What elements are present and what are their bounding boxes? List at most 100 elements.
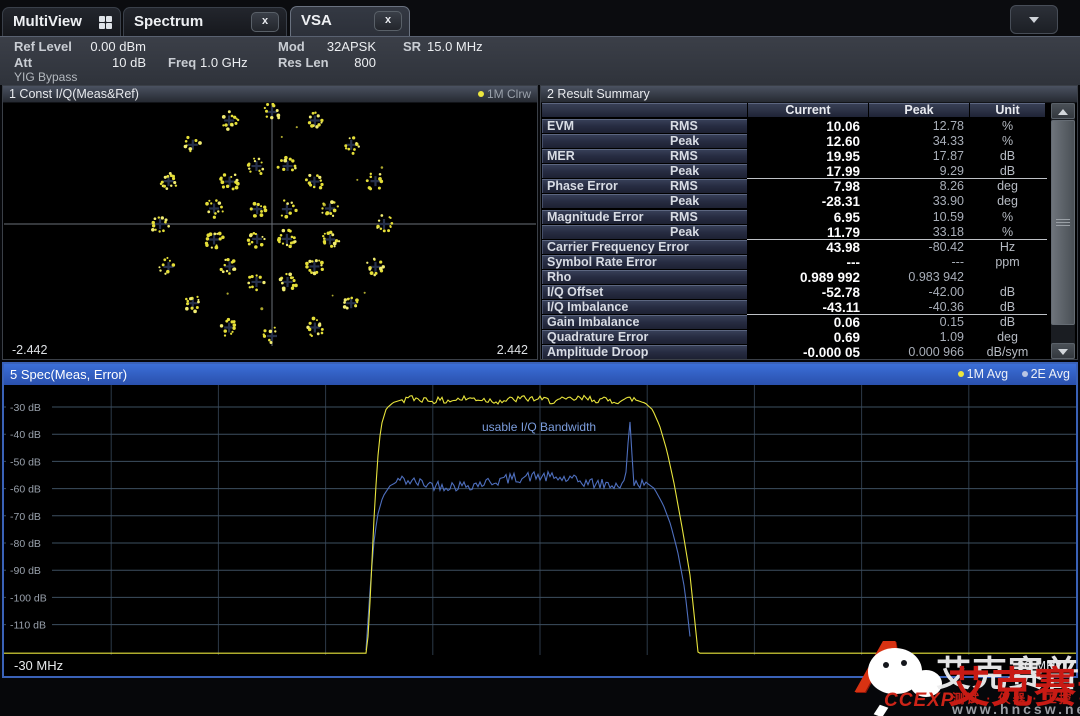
result-summary-titlebar[interactable]: 2 Result Summary: [541, 86, 1077, 103]
result-row: Peak17.999.29dB: [542, 164, 1052, 179]
result-summary-header-row: Current Peak Unit: [542, 103, 1052, 118]
result-unit: %: [970, 210, 1045, 225]
result-row: Magnitude ErrorRMS6.9510.59%: [542, 210, 1052, 225]
result-peak-value: 0.000 966: [868, 345, 964, 359]
result-row-label: EVMRMS: [542, 119, 747, 133]
spectrum-titlebar[interactable]: 5 Spec(Meas, Error) 1M Avg 2E Avg: [4, 364, 1076, 385]
trace2-legend-label: 2E Avg: [1031, 367, 1070, 381]
constellation-window-title: 1 Const I/Q(Meas&Ref): [9, 87, 139, 101]
result-peak-value: -80.42: [868, 240, 964, 255]
tab-vsa[interactable]: VSA x: [290, 6, 410, 37]
ref-level-value[interactable]: 0.00 dBm: [66, 39, 146, 54]
spectrum-chart: -30 dB-40 dB-50 dB-60 dB-70 dB-80 dB-90 …: [4, 385, 1076, 655]
result-peak-value: 1.09: [868, 330, 964, 345]
x-axis-max-label: 2.442: [497, 343, 528, 357]
spectrum-legend-1[interactable]: 1M Avg: [958, 367, 1008, 381]
freq-label: Freq: [168, 55, 196, 70]
result-unit: ppm: [970, 255, 1045, 270]
result-unit: dB: [970, 315, 1045, 330]
result-row-label: Carrier Frequency Error: [542, 240, 747, 254]
result-unit: dB: [970, 285, 1045, 300]
scrollbar-grip-icon: [1056, 219, 1070, 227]
tab-vsa-close-icon[interactable]: x: [374, 11, 402, 31]
header-cell-unit: Unit: [970, 103, 1045, 117]
result-current-value: ---: [748, 255, 860, 270]
channel-info-bar: Ref Level 0.00 dBm Att 10 dB Freq 1.0 GH…: [0, 36, 1080, 85]
result-row-label: Quadrature Error: [542, 330, 747, 344]
sr-value[interactable]: 15.0 MHz: [427, 39, 483, 54]
result-unit: dB: [970, 300, 1045, 315]
arrow-down-icon: [1058, 349, 1068, 355]
result-row: Peak-28.3133.90deg: [542, 194, 1052, 209]
result-row: Phase ErrorRMS7.988.26deg: [542, 179, 1052, 194]
header-cell-peak: Peak: [869, 103, 969, 117]
result-row: Carrier Frequency Error43.98-80.42Hz: [542, 240, 1052, 255]
result-current-value: 19.95: [748, 149, 860, 164]
result-current-value: 6.95: [748, 210, 860, 225]
result-summary-scrollbar[interactable]: [1051, 103, 1075, 359]
freq-value[interactable]: 1.0 GHz: [200, 55, 248, 70]
constellation-window-titlebar[interactable]: 1 Const I/Q(Meas&Ref) 1M Clrw: [3, 86, 537, 103]
result-current-value: -0.000 05: [748, 345, 860, 359]
result-summary-window: 2 Result Summary Current Peak Unit EVMRM…: [540, 85, 1078, 360]
header-cell-current: Current: [748, 103, 868, 117]
att-value[interactable]: 10 dB: [66, 55, 146, 70]
watermark-brand: CCEXP: [884, 690, 954, 712]
tab-multiview-label: MultiView: [13, 13, 82, 30]
result-row: I/Q Imbalance-43.11-40.36dB: [542, 300, 1052, 315]
watermark-url: www.hncsw.net: [952, 701, 1080, 716]
result-peak-value: 0.983 942: [868, 270, 964, 285]
tab-spectrum-close-icon[interactable]: x: [251, 12, 279, 32]
trace1-dot-icon: [478, 91, 484, 97]
trace2-dot-icon: [1022, 371, 1028, 377]
result-row-label: Magnitude ErrorRMS: [542, 210, 747, 224]
res-len-value[interactable]: 800: [310, 55, 376, 70]
mod-label: Mod: [278, 39, 305, 54]
result-row-label: Symbol Rate Error: [542, 255, 747, 269]
result-row-label: MERRMS: [542, 149, 747, 163]
result-unit: Hz: [970, 240, 1045, 255]
result-current-value: 17.99: [748, 164, 860, 179]
mod-value[interactable]: 32APSK: [310, 39, 376, 54]
result-row-label: Peak: [542, 225, 747, 239]
ref-level-label: Ref Level: [14, 39, 72, 54]
scrollbar-thumb[interactable]: [1051, 120, 1075, 325]
result-current-value: 0.06: [748, 315, 860, 330]
arrow-up-icon: [1058, 109, 1068, 115]
constellation-plot-area: [4, 103, 536, 346]
scrollbar-up-button[interactable]: [1051, 103, 1075, 119]
constellation-x-axis: -2.442 2.442: [4, 345, 536, 358]
result-row-label: Peak: [542, 194, 747, 208]
tab-multiview[interactable]: MultiView: [2, 7, 121, 36]
att-label: Att: [14, 55, 32, 70]
result-current-value: 0.69: [748, 330, 860, 345]
channel-tab-bar: MultiView Spectrum x VSA x: [0, 0, 1080, 36]
result-unit: dB: [970, 149, 1045, 164]
vsa-application-window: MultiView Spectrum x VSA x Ref Level 0.0…: [0, 0, 1080, 716]
result-row: Rho0.989 9920.983 942: [542, 270, 1052, 285]
result-row: Peak11.7933.18%: [542, 225, 1052, 240]
result-row: EVMRMS10.0612.78%: [542, 119, 1052, 134]
result-peak-value: 17.87: [868, 149, 964, 164]
result-peak-value: 9.29: [868, 164, 964, 179]
result-row: Symbol Rate Error------ppm: [542, 255, 1052, 270]
trace1-dot-icon: [958, 371, 964, 377]
result-row-label: Rho: [542, 270, 747, 284]
scrollbar-down-button[interactable]: [1051, 343, 1075, 359]
result-row-label: I/Q Offset: [542, 285, 747, 299]
constellation-trace-legend[interactable]: 1M Clrw: [478, 86, 531, 103]
result-summary-title: 2 Result Summary: [547, 87, 650, 101]
svg-text:-30 dB: -30 dB: [10, 402, 41, 414]
result-unit: %: [970, 225, 1045, 240]
svg-text:-70 dB: -70 dB: [10, 511, 41, 523]
result-peak-value: 34.33: [868, 134, 964, 149]
result-row-label: Peak: [542, 164, 747, 178]
result-unit: dB/sym: [970, 345, 1045, 359]
tab-overflow-button[interactable]: [1010, 5, 1058, 34]
svg-text:-110 dB: -110 dB: [10, 620, 46, 632]
result-row: Amplitude Droop-0.000 050.000 966dB/sym: [542, 345, 1052, 359]
spectrum-title: 5 Spec(Meas, Error): [10, 367, 127, 382]
spectrum-legend-2[interactable]: 2E Avg: [1022, 367, 1070, 381]
tab-spectrum[interactable]: Spectrum x: [123, 7, 287, 36]
spectrum-plot-area: -30 dB-40 dB-50 dB-60 dB-70 dB-80 dB-90 …: [4, 385, 1076, 655]
